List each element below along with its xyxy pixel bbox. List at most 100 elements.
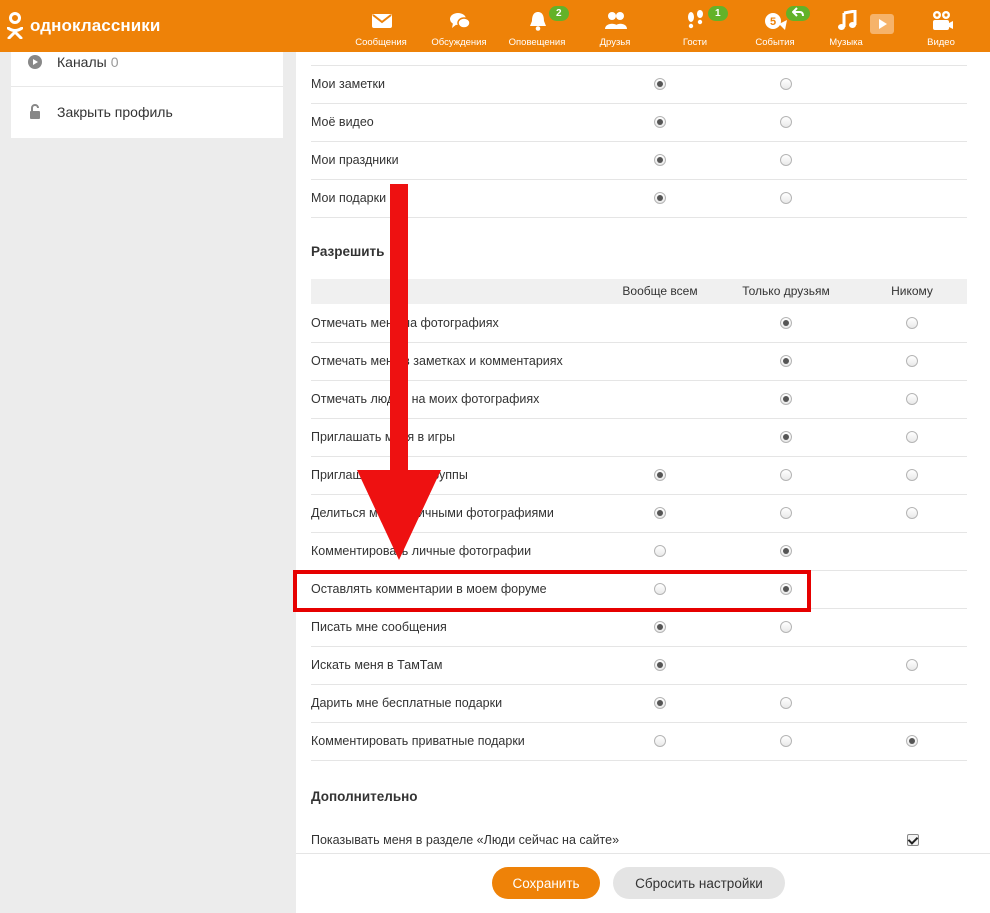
radio-col1[interactable]: [654, 659, 666, 671]
logo-text: одноклассники: [30, 16, 161, 35]
highlight-box: [293, 570, 811, 612]
radio-col3[interactable]: [906, 355, 918, 367]
settings-row: Мои праздники: [311, 141, 967, 180]
nav-notifications[interactable]: 2 Оповещения: [502, 0, 572, 52]
sidebar-item-channels[interactable]: Каналы 0: [11, 41, 283, 83]
row-label: Делиться моими личными фотографиями: [311, 506, 554, 520]
reset-settings-button[interactable]: Сбросить настройки: [613, 867, 785, 899]
divider: [296, 853, 990, 854]
settings-row: Комментировать приватные подарки: [311, 722, 967, 761]
settings-row: Приглашать меня в игры: [311, 418, 967, 457]
section-title-allow: Разрешить: [311, 244, 385, 259]
radio-col2[interactable]: [780, 116, 792, 128]
events-badge: [786, 6, 810, 21]
guests-badge: 1: [708, 6, 728, 21]
radio-col1[interactable]: [654, 697, 666, 709]
row-label: Дарить мне бесплатные подарки: [311, 696, 503, 710]
settings-row: Делиться моими личными фотографиями: [311, 494, 967, 533]
nav-video[interactable]: Видео: [906, 0, 976, 52]
sidebar-item-label: Каналы: [57, 54, 107, 70]
column-header-nobody: Никому: [891, 284, 933, 298]
radio-col3[interactable]: [906, 317, 918, 329]
row-label: Моё видео: [311, 115, 374, 129]
video-play-icon: [870, 14, 894, 34]
settings-row: Отмечать меня на фотографиях: [311, 304, 967, 343]
radio-col3[interactable]: [906, 659, 918, 671]
nav-friends[interactable]: Друзья: [580, 0, 650, 52]
settings-row: Отмечать меня в заметках и комментариях: [311, 342, 967, 381]
notifications-badge: 2: [549, 6, 569, 21]
row-label: Отмечать меня в заметках и комментариях: [311, 354, 563, 368]
radio-col3[interactable]: [906, 393, 918, 405]
radio-col1[interactable]: [654, 507, 666, 519]
radio-col2[interactable]: [780, 621, 792, 633]
radio-col1[interactable]: [654, 192, 666, 204]
show-online-checkbox[interactable]: [907, 834, 919, 846]
radio-col2[interactable]: [780, 469, 792, 481]
left-sidebar: Каналы 0 Закрыть профиль: [11, 52, 283, 138]
radio-col2[interactable]: [780, 355, 792, 367]
reply-arrow-icon: [791, 7, 804, 17]
nav-notifications-label: Оповещения: [508, 37, 566, 48]
channels-count: 0: [110, 54, 119, 70]
radio-col2[interactable]: [780, 154, 792, 166]
row-label: Комментировать приватные подарки: [311, 734, 525, 748]
radio-col3[interactable]: [906, 507, 918, 519]
settings-row: Мои подарки: [311, 179, 967, 218]
radio-col1[interactable]: [654, 621, 666, 633]
allow-table-header: Вообще всем Только друзьям Никому: [311, 279, 967, 304]
radio-col1[interactable]: [654, 545, 666, 557]
save-button[interactable]: Сохранить: [492, 867, 600, 899]
bell-icon: [530, 12, 546, 31]
nav-events[interactable]: 5 События: [740, 0, 810, 52]
radio-col2[interactable]: [780, 431, 792, 443]
radio-col1[interactable]: [654, 78, 666, 90]
radio-col2[interactable]: [780, 697, 792, 709]
row-label: Мои заметки: [311, 77, 385, 91]
radio-col2[interactable]: [780, 78, 792, 90]
nav-discussions[interactable]: Обсуждения: [424, 0, 494, 52]
settings-row: Дарить мне бесплатные подарки: [311, 684, 967, 723]
privacy-settings-panel: Мои заметки Моё видео Мои праздники Мои …: [296, 52, 990, 913]
sidebar-item-close-profile[interactable]: Закрыть профиль: [11, 91, 283, 133]
radio-col2[interactable]: [780, 317, 792, 329]
radio-col1[interactable]: [654, 154, 666, 166]
radio-col1[interactable]: [654, 735, 666, 747]
radio-col2[interactable]: [780, 507, 792, 519]
nav-guests-label: Гости: [682, 37, 708, 48]
radio-col1[interactable]: [654, 469, 666, 481]
nav-events-label: События: [755, 37, 795, 48]
radio-col3[interactable]: [906, 431, 918, 443]
nav-friends-label: Друзья: [599, 37, 631, 48]
row-label: Комментировать личные фотографии: [311, 544, 532, 558]
nav-messages[interactable]: Сообщения: [346, 0, 416, 52]
nav-video-label: Видео: [927, 37, 955, 48]
column-header-friends-only: Только друзьям: [742, 284, 830, 298]
section-title-extra: Дополнительно: [311, 789, 418, 804]
radio-col3[interactable]: [906, 469, 918, 481]
nav-messages-label: Сообщения: [355, 37, 407, 48]
row-label: Писать мне сообщения: [311, 620, 447, 634]
nav-video-play[interactable]: [851, 0, 894, 52]
radio-col2[interactable]: [780, 545, 792, 557]
nav-discussions-label: Обсуждения: [431, 37, 487, 48]
radio-col1[interactable]: [654, 116, 666, 128]
radio-col3[interactable]: [906, 735, 918, 747]
radio-col2[interactable]: [780, 393, 792, 405]
radio-col2[interactable]: [780, 192, 792, 204]
lock-icon: [30, 104, 40, 119]
row-label: Искать меня в ТамТам: [311, 658, 443, 672]
nav-guests[interactable]: 1 Гости: [660, 0, 730, 52]
row-label: Отмечать людей на моих фотографиях: [311, 392, 540, 406]
settings-row: Писать мне сообщения: [311, 608, 967, 647]
row-label: Приглашать меня в игры: [311, 430, 456, 444]
settings-row: Комментировать личные фотографии: [311, 532, 967, 571]
logo[interactable]: одноклассники: [6, 12, 160, 40]
divider: [11, 86, 283, 87]
footprints-icon: [688, 10, 703, 29]
friends-icon: [605, 12, 627, 29]
column-header-everyone: Вообще всем: [622, 284, 698, 298]
radio-col2[interactable]: [780, 735, 792, 747]
row-label: Мои праздники: [311, 153, 399, 167]
channels-icon: [28, 55, 42, 69]
